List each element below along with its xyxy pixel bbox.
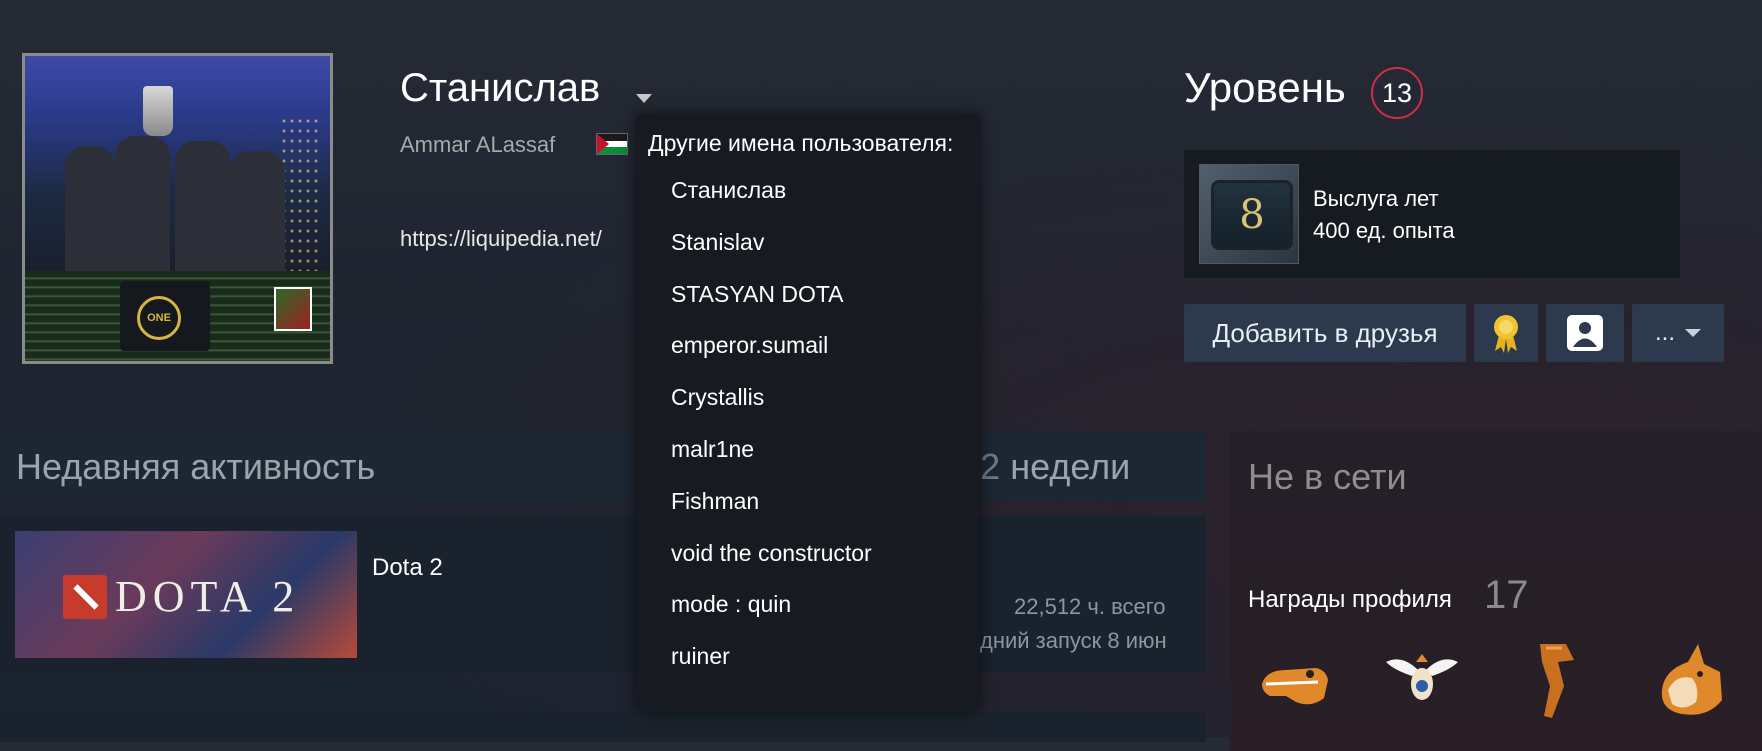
- online-status: Не в сети: [1248, 456, 1407, 497]
- real-name: Ammar ALassaf: [400, 132, 556, 157]
- chevron-down-icon: [1685, 329, 1701, 337]
- add-friend-button[interactable]: Добавить в друзья: [1184, 304, 1466, 362]
- esl-one-logo: ONE: [137, 296, 181, 340]
- aliases-title: Другие имена пользователя:: [648, 130, 954, 156]
- alias-item: Станислав: [671, 177, 787, 203]
- badge-title[interactable]: Выслуга лет: [1313, 186, 1439, 212]
- game-capsule-image[interactable]: DOTA 2: [15, 531, 357, 658]
- dota-logo-icon: [63, 575, 107, 619]
- view-profile-button[interactable]: [1546, 304, 1624, 362]
- wings-steam-award-icon[interactable]: [1382, 640, 1462, 720]
- badge-xp: 400 ед. опыта: [1313, 218, 1455, 243]
- chevron-down-icon[interactable]: [636, 94, 652, 103]
- more-label: ...: [1654, 319, 1675, 346]
- alias-item: emperor.sumail: [671, 332, 829, 359]
- hours-suffix: недели: [1010, 446, 1131, 487]
- game-last-played: дний запуск 8 июн: [980, 628, 1167, 653]
- jordan-flag-icon: [596, 133, 628, 155]
- alias-item: Crystallis: [671, 384, 765, 411]
- profile-name[interactable]: Станислав: [400, 66, 600, 111]
- game-row: [0, 712, 1206, 742]
- activity-title: Недавняя активность: [16, 446, 376, 487]
- level-badge[interactable]: 13: [1371, 67, 1423, 119]
- alias-item: Fishman: [671, 487, 760, 514]
- unicorn-award-icon[interactable]: [1648, 640, 1728, 720]
- years-of-service-badge-icon[interactable]: 8: [1199, 164, 1299, 264]
- award-ribbon-icon: [1494, 315, 1518, 353]
- trophy-image: [143, 86, 173, 136]
- alias-item: ruiner: [671, 643, 730, 670]
- level-label: Уровень: [1184, 64, 1346, 111]
- aliases-list: Станислав Stanislav STASYAN DOTA emperor…: [671, 176, 872, 694]
- capsule-text: DOTA 2: [115, 572, 301, 621]
- alias-item: malr1ne: [671, 435, 755, 462]
- awards-count[interactable]: 17: [1484, 573, 1529, 618]
- game-total-hours: 22,512 ч. всего: [1014, 594, 1166, 619]
- award-button[interactable]: [1474, 304, 1538, 362]
- alias-item: void the constructor: [671, 539, 872, 566]
- awards-label[interactable]: Награды профиля: [1248, 586, 1452, 614]
- badge-number: 8: [1211, 180, 1293, 250]
- ribbon-award-icon[interactable]: [1518, 640, 1598, 720]
- game-name[interactable]: Dota 2: [372, 554, 443, 582]
- profile-avatar: ONE: [22, 53, 333, 364]
- more-actions-button[interactable]: ...: [1632, 304, 1724, 362]
- user-profile-icon: [1567, 315, 1603, 351]
- profile-link[interactable]: https://liquipedia.net/: [400, 226, 602, 252]
- hours-num: 2: [980, 446, 1001, 487]
- alias-item: mode : quin: [671, 591, 792, 618]
- mini-avatar-frame: [274, 287, 312, 331]
- alias-item: STASYAN DOTA: [671, 280, 844, 307]
- dino-award-icon[interactable]: [1256, 640, 1336, 720]
- alias-item: Stanislav: [671, 228, 765, 255]
- aliases-dropdown[interactable]: Другие имена пользователя: Станислав Sta…: [636, 114, 980, 711]
